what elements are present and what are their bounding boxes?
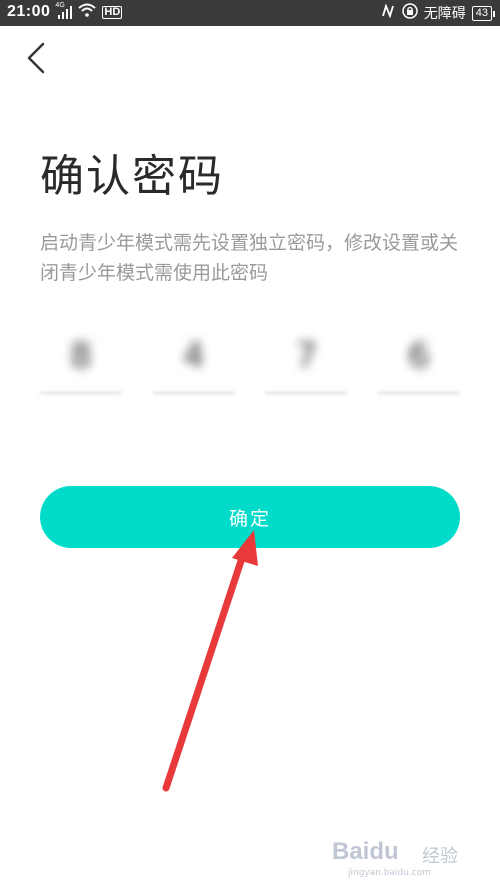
pin-digit: 7	[295, 336, 318, 376]
watermark-brand-cn: 经验	[422, 846, 458, 867]
pin-underline	[40, 392, 122, 394]
pin-cell[interactable]: 6	[377, 330, 460, 400]
pin-underline	[377, 392, 460, 394]
pin-cell[interactable]: 4	[152, 330, 235, 400]
status-right: 无障碍 43	[380, 3, 496, 23]
status-left: 21:00 4G HD	[7, 2, 123, 21]
chevron-left-icon	[27, 42, 45, 74]
baidu-watermark: Baidu 经验 jingyan.baidu.com	[332, 836, 482, 882]
lock-icon	[402, 3, 418, 23]
pin-underline	[265, 392, 348, 394]
hd-badge: HD	[102, 5, 123, 19]
pin-input-row[interactable]: 8 4 7 6	[40, 330, 460, 400]
pin-underline	[152, 392, 235, 394]
back-button[interactable]	[18, 38, 54, 78]
watermark-site: jingyan.baidu.com	[348, 868, 432, 878]
accessibility-label: 无障碍	[423, 6, 466, 22]
status-time: 21:00	[7, 3, 51, 20]
pin-digit: 6	[408, 336, 430, 376]
page-description: 启动青少年模式需先设置独立密码，修改设置或关闭青少年模式需使用此密码	[40, 232, 459, 284]
signal-icon: 4G	[55, 2, 73, 19]
pin-digit: 4	[182, 336, 205, 376]
watermark-brand: Baidu	[332, 838, 399, 865]
network-type: 4G	[55, 2, 65, 9]
confirm-button[interactable]: 确定	[40, 486, 460, 548]
pin-digit: 8	[70, 336, 92, 376]
pin-cell[interactable]: 7	[265, 330, 348, 400]
battery-icon: 43	[471, 5, 496, 21]
pin-cell[interactable]: 8	[40, 330, 122, 400]
status-bar: 21:00 4G HD 无障碍 43	[0, 0, 500, 26]
page-title: 确认密码	[40, 151, 224, 202]
annotation-arrow	[162, 530, 258, 792]
wifi-icon	[78, 3, 97, 21]
nfc-icon	[380, 3, 396, 22]
